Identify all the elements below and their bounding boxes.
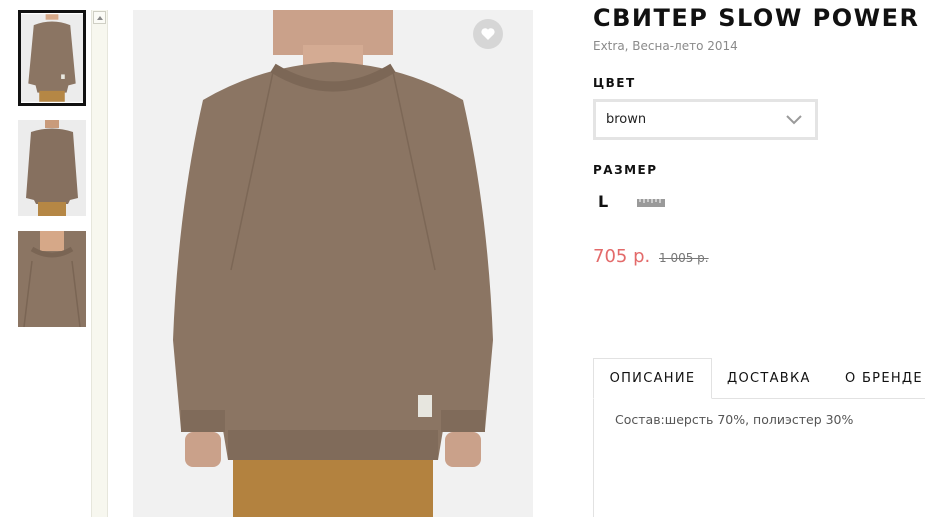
scroll-up-button[interactable] — [93, 11, 106, 24]
old-price: 1 005 р. — [659, 251, 709, 265]
tab-about-brand[interactable]: О БРЕНДЕ — [845, 358, 923, 399]
tab-panel-description: Состав:шерсть 70%, полиэстер 30% — [593, 398, 925, 517]
color-select-value: brown — [606, 112, 647, 127]
thumbnail-detail-image — [18, 231, 86, 327]
composition-text: Состав:шерсть 70%, полиэстер 30% — [615, 412, 854, 427]
color-label: ЦВЕТ — [593, 76, 636, 90]
size-label: РАЗМЕР — [593, 163, 658, 177]
product-title: СВИТЕР SLOW POWER — [593, 4, 920, 32]
thumbnail-front[interactable] — [18, 10, 86, 106]
heart-icon — [481, 28, 495, 40]
thumbnail-back[interactable] — [18, 120, 86, 216]
color-select[interactable]: brown — [593, 99, 818, 140]
thumbnail-detail[interactable] — [18, 231, 86, 327]
thumbnail-front-image — [21, 14, 83, 102]
tab-delivery[interactable]: ДОСТАВКА — [727, 358, 811, 399]
size-option-selected[interactable]: L — [598, 192, 608, 211]
product-subtitle: Extra, Весна-лето 2014 — [593, 39, 738, 53]
chevron-down-icon — [786, 115, 802, 125]
tab-description[interactable]: ОПИСАНИЕ — [593, 358, 712, 399]
thumbnail-scrollbar[interactable] — [91, 10, 108, 517]
thumbnail-back-image — [18, 120, 86, 216]
sweater-photo — [133, 10, 533, 517]
current-price: 705 р. — [593, 246, 651, 267]
favorite-button[interactable] — [473, 19, 503, 49]
main-product-photo[interactable] — [133, 10, 533, 517]
ruler-icon[interactable] — [636, 196, 666, 208]
